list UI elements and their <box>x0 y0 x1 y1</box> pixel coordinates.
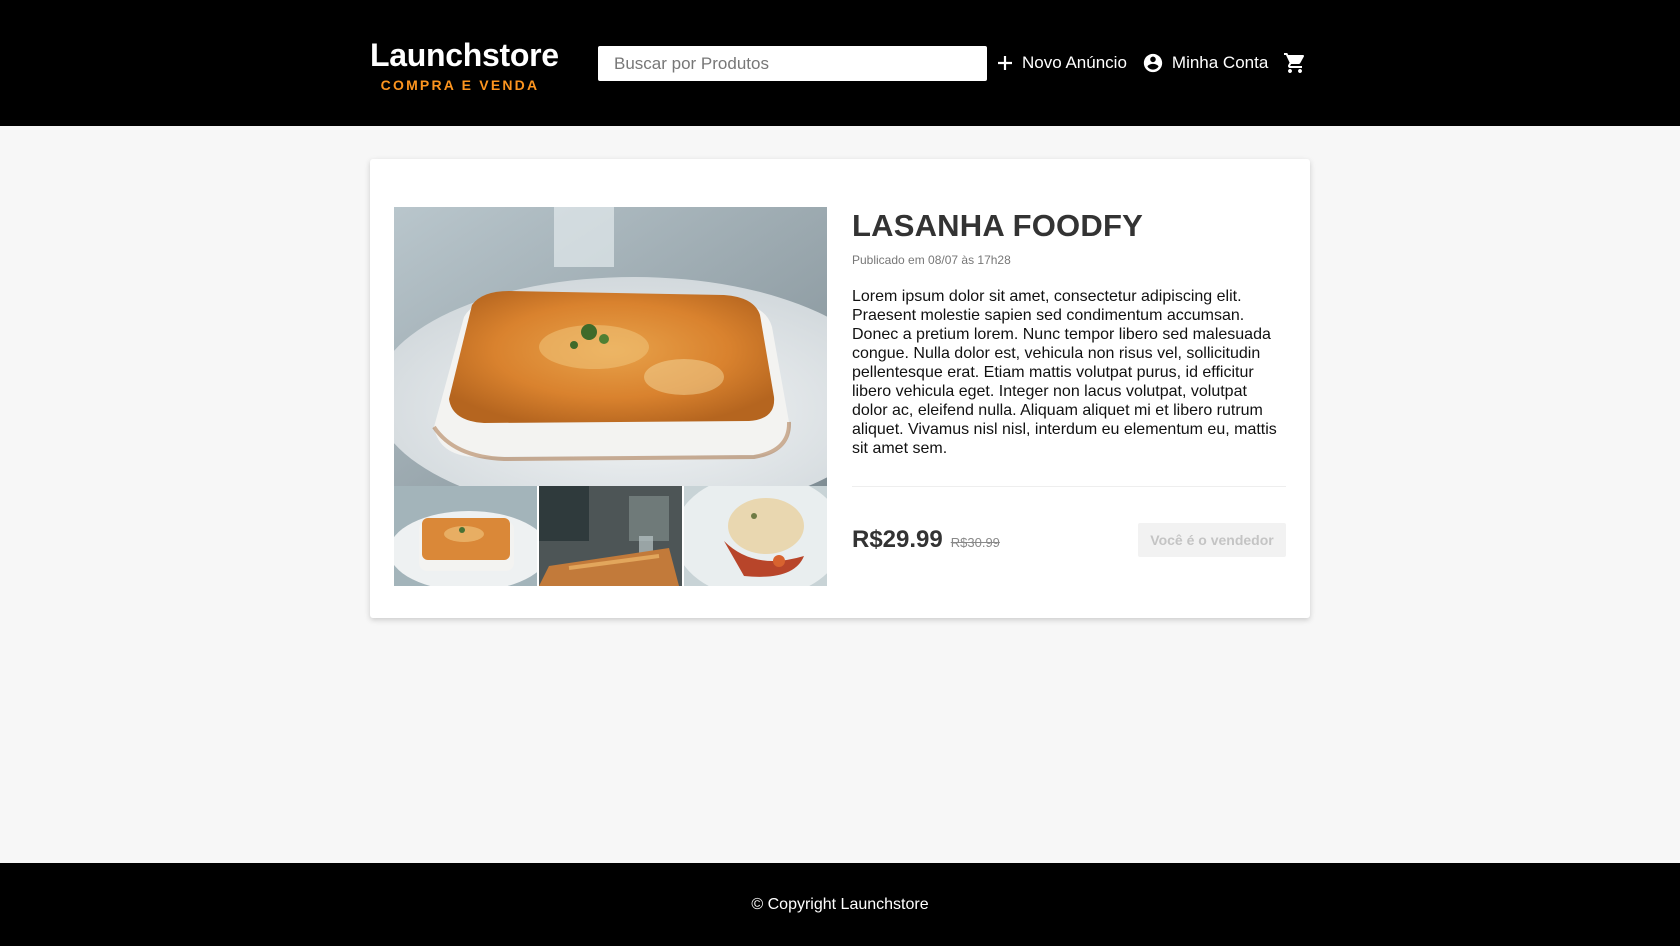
cart-button[interactable] <box>1283 51 1307 75</box>
plus-icon <box>996 54 1014 72</box>
seller-button[interactable]: Você é o vendedor <box>1138 523 1286 557</box>
account-circle-icon <box>1142 52 1164 74</box>
logo[interactable]: Launchstore COMPRA E VENDA <box>370 36 559 93</box>
thumbnail-strip <box>394 486 827 586</box>
search-input[interactable] <box>598 46 987 81</box>
logo-subtitle: COMPRA E VENDA <box>380 77 540 93</box>
thumbnail-1[interactable] <box>394 486 537 586</box>
price-group: R$29.99 R$30.99 <box>852 526 1000 554</box>
top-bar: Launchstore COMPRA E VENDA Novo Anúncio … <box>0 0 1680 126</box>
current-price: R$29.99 <box>852 526 943 553</box>
new-ad-link[interactable]: Novo Anúncio <box>996 53 1127 73</box>
product-description: Lorem ipsum dolor sit amet, consectetur … <box>852 288 1277 457</box>
main-product-photo <box>394 207 827 486</box>
my-account-label: Minha Conta <box>1171 53 1269 72</box>
price-row: R$29.99 R$30.99 Você é o vendedor <box>852 523 1286 557</box>
product-gallery <box>394 207 827 586</box>
new-ad-label: Novo Anúncio <box>1022 53 1127 72</box>
copyright-text: © Copyright Launchstore <box>751 895 929 913</box>
logo-title: Launchstore <box>370 37 559 73</box>
divider <box>852 486 1286 487</box>
product-info: LASANHA FOODFY Publicado em 08/07 às 17h… <box>852 207 1286 487</box>
thumbnail-3[interactable] <box>684 486 827 586</box>
my-account-link[interactable]: Minha Conta <box>1142 52 1268 74</box>
thumbnail-2[interactable] <box>539 486 682 586</box>
shopping-cart-icon <box>1283 51 1307 75</box>
old-price: R$30.99 <box>950 535 1000 550</box>
product-card: LASANHA FOODFY Publicado em 08/07 às 17h… <box>370 159 1310 618</box>
footer: © Copyright Launchstore <box>0 863 1680 946</box>
product-title: LASANHA FOODFY <box>852 208 1143 243</box>
published-date: Publicado em 08/07 às 17h28 <box>852 253 1011 267</box>
main-nav: Novo Anúncio Minha Conta <box>996 48 1307 78</box>
